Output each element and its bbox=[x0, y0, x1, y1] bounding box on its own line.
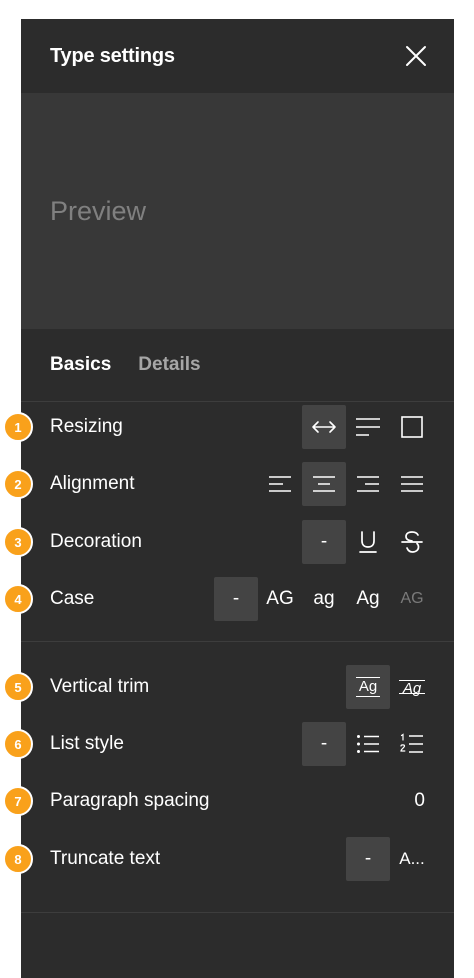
trim-standard-button[interactable]: Ag bbox=[346, 665, 390, 709]
underline-button[interactable] bbox=[346, 520, 390, 564]
callout-badge-5: 5 bbox=[3, 672, 33, 702]
resizing-controls bbox=[302, 405, 434, 449]
trim-cap-height-button[interactable]: Ag bbox=[390, 665, 434, 709]
align-justify-icon bbox=[401, 476, 423, 492]
case-none-button[interactable]: - bbox=[214, 577, 258, 621]
lowercase-button[interactable]: ag bbox=[302, 577, 346, 621]
case-controls: - AG ag Ag AG bbox=[214, 577, 434, 621]
auto-height-lines-icon bbox=[356, 418, 380, 436]
auto-width-button[interactable] bbox=[302, 405, 346, 449]
strikethrough-button[interactable] bbox=[390, 520, 434, 564]
trim-cap-bottom-line bbox=[399, 693, 425, 694]
horizontal-arrows-icon bbox=[312, 421, 336, 433]
align-left-button[interactable] bbox=[258, 462, 302, 506]
numbered-list-icon bbox=[400, 733, 423, 753]
align-center-icon bbox=[313, 476, 335, 492]
vertical-trim-row: Vertical trim Ag Ag bbox=[21, 664, 454, 710]
panel-title: Type settings bbox=[50, 44, 175, 67]
align-right-icon bbox=[357, 476, 379, 492]
small-caps-button[interactable]: AG bbox=[390, 577, 434, 621]
tab-bar: Basics Details bbox=[21, 329, 454, 402]
close-button[interactable] bbox=[402, 42, 430, 70]
bottom-divider bbox=[21, 912, 454, 913]
callout-badge-2: 2 bbox=[3, 469, 33, 499]
decoration-label: Decoration bbox=[50, 531, 142, 552]
type-settings-panel: Type settings Preview Basics Details Res… bbox=[21, 19, 454, 978]
case-row: Case - AG ag Ag AG bbox=[21, 576, 454, 622]
decoration-controls: - bbox=[302, 520, 434, 564]
decoration-none-button[interactable]: - bbox=[302, 520, 346, 564]
callout-badge-3: 3 bbox=[3, 527, 33, 557]
panel-header: Type settings bbox=[21, 19, 454, 93]
underline-icon bbox=[359, 531, 377, 553]
strikethrough-icon bbox=[401, 531, 423, 553]
list-style-row: List style - bbox=[21, 721, 454, 767]
case-label: Case bbox=[50, 588, 95, 609]
truncate-text-controls: - A... bbox=[346, 837, 434, 881]
tab-basics[interactable]: Basics bbox=[50, 354, 111, 376]
list-style-controls: - bbox=[302, 722, 434, 766]
alignment-controls bbox=[258, 462, 434, 506]
numbered-list-button[interactable] bbox=[390, 722, 434, 766]
fixed-box-icon bbox=[401, 416, 423, 438]
bulleted-list-icon bbox=[357, 735, 379, 753]
bulleted-list-button[interactable] bbox=[346, 722, 390, 766]
resizing-label: Resizing bbox=[50, 416, 123, 437]
title-case-button[interactable]: Ag bbox=[346, 577, 390, 621]
resizing-row: Resizing bbox=[21, 404, 454, 450]
tab-details[interactable]: Details bbox=[138, 354, 200, 376]
auto-height-button[interactable] bbox=[346, 405, 390, 449]
close-icon bbox=[406, 46, 426, 66]
preview-area: Preview bbox=[21, 93, 454, 329]
callout-badge-4: 4 bbox=[3, 584, 33, 614]
align-right-button[interactable] bbox=[346, 462, 390, 506]
paragraph-spacing-label: Paragraph spacing bbox=[50, 790, 210, 811]
list-style-label: List style bbox=[50, 733, 124, 754]
callout-badge-6: 6 bbox=[3, 729, 33, 759]
truncate-none-button[interactable]: - bbox=[346, 837, 390, 881]
decoration-row: Decoration - bbox=[21, 519, 454, 565]
alignment-label: Alignment bbox=[50, 473, 135, 494]
vertical-trim-controls: Ag Ag bbox=[346, 665, 434, 709]
truncate-ellipsis-button[interactable]: A... bbox=[390, 837, 434, 881]
paragraph-spacing-row: Paragraph spacing 0 bbox=[21, 778, 454, 824]
vertical-trim-label: Vertical trim bbox=[50, 676, 150, 697]
paragraph-spacing-controls: 0 bbox=[414, 779, 434, 823]
alignment-row: Alignment bbox=[21, 461, 454, 507]
truncate-text-row: Truncate text - A... bbox=[21, 836, 454, 882]
fixed-size-button[interactable] bbox=[390, 405, 434, 449]
truncate-text-label: Truncate text bbox=[50, 848, 161, 869]
section-divider bbox=[21, 641, 454, 642]
align-left-icon bbox=[269, 476, 291, 492]
align-justify-button[interactable] bbox=[390, 462, 434, 506]
callout-badge-8: 8 bbox=[3, 844, 33, 874]
preview-text: Preview bbox=[50, 195, 147, 226]
trim-standard-text: Ag bbox=[358, 678, 378, 695]
align-center-button[interactable] bbox=[302, 462, 346, 506]
paragraph-spacing-value[interactable]: 0 bbox=[414, 790, 425, 812]
uppercase-button[interactable]: AG bbox=[258, 577, 302, 621]
callout-badge-7: 7 bbox=[3, 786, 33, 816]
callout-badge-1: 1 bbox=[3, 412, 33, 442]
trim-standard-bottom-line bbox=[356, 696, 380, 697]
list-none-button[interactable]: - bbox=[302, 722, 346, 766]
